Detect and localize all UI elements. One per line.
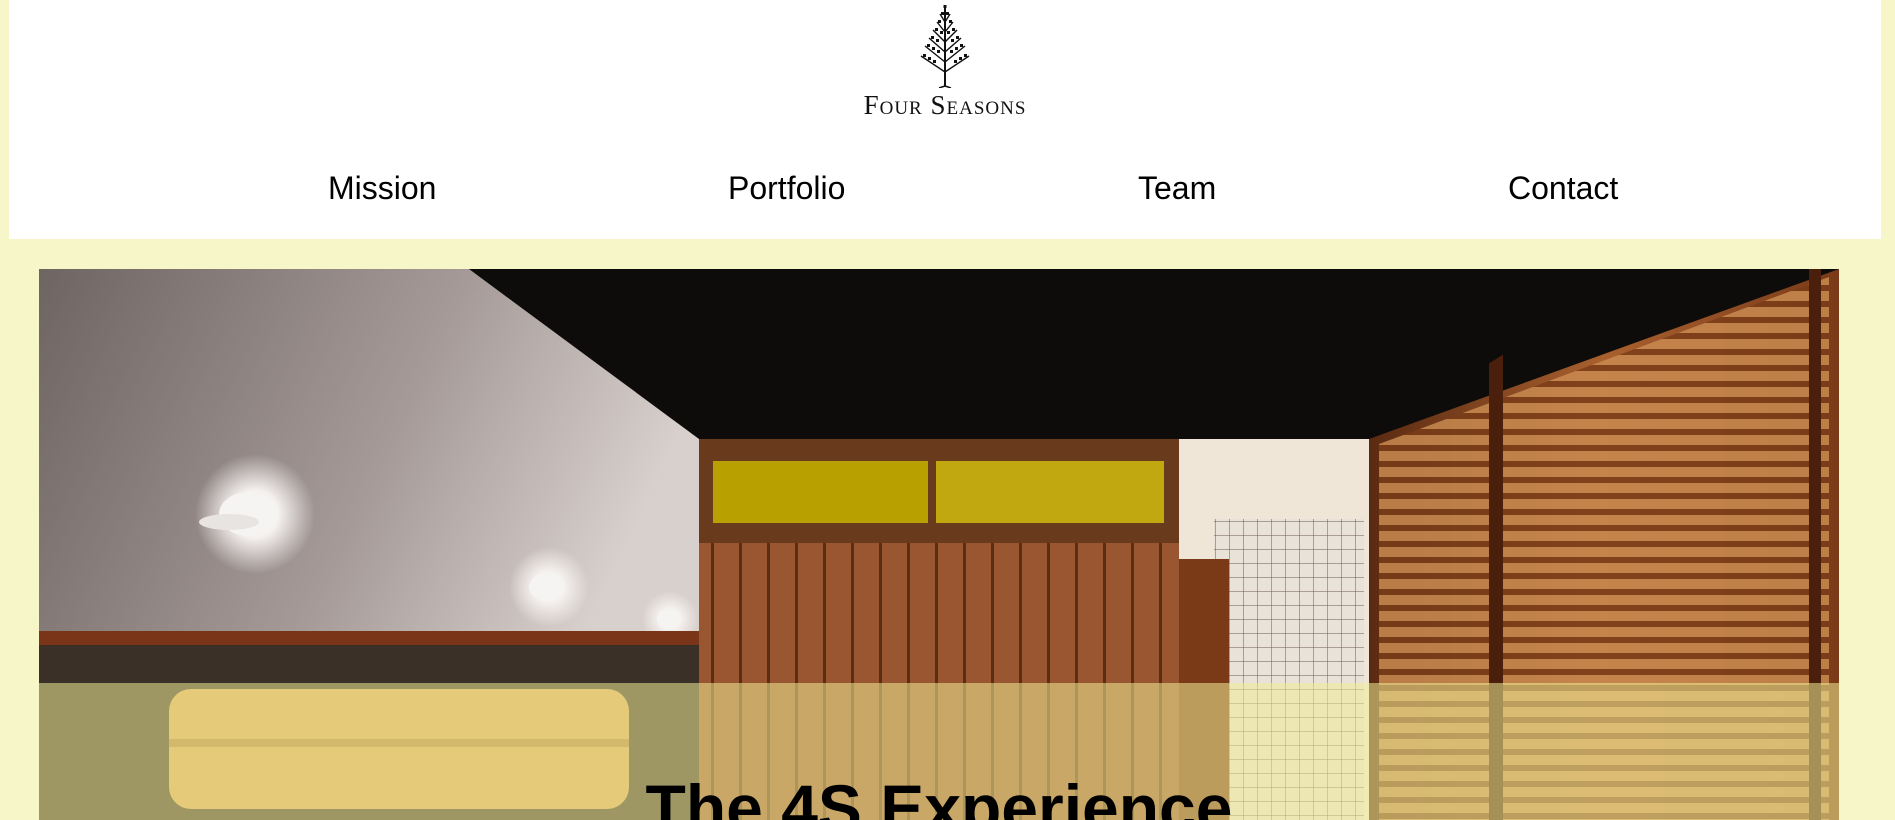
tree-icon [920, 5, 970, 88]
main-nav: Mission Portfolio Team Contact [9, 168, 1881, 208]
nav-item-mission[interactable]: Mission [328, 168, 436, 208]
hero-caption: The 4S Experience [645, 771, 1233, 820]
brand-name: Four Seasons [863, 90, 1027, 120]
nav-item-contact[interactable]: Contact [1508, 168, 1618, 208]
nav-item-portfolio[interactable]: Portfolio [728, 168, 845, 208]
nav-item-team[interactable]: Team [1138, 168, 1216, 208]
site-header: Four Seasons Mission Portfolio Team Cont… [9, 0, 1881, 239]
hero-banner: The 4S Experience [39, 269, 1839, 820]
four-seasons-logo[interactable]: Four Seasons [815, 2, 1075, 119]
